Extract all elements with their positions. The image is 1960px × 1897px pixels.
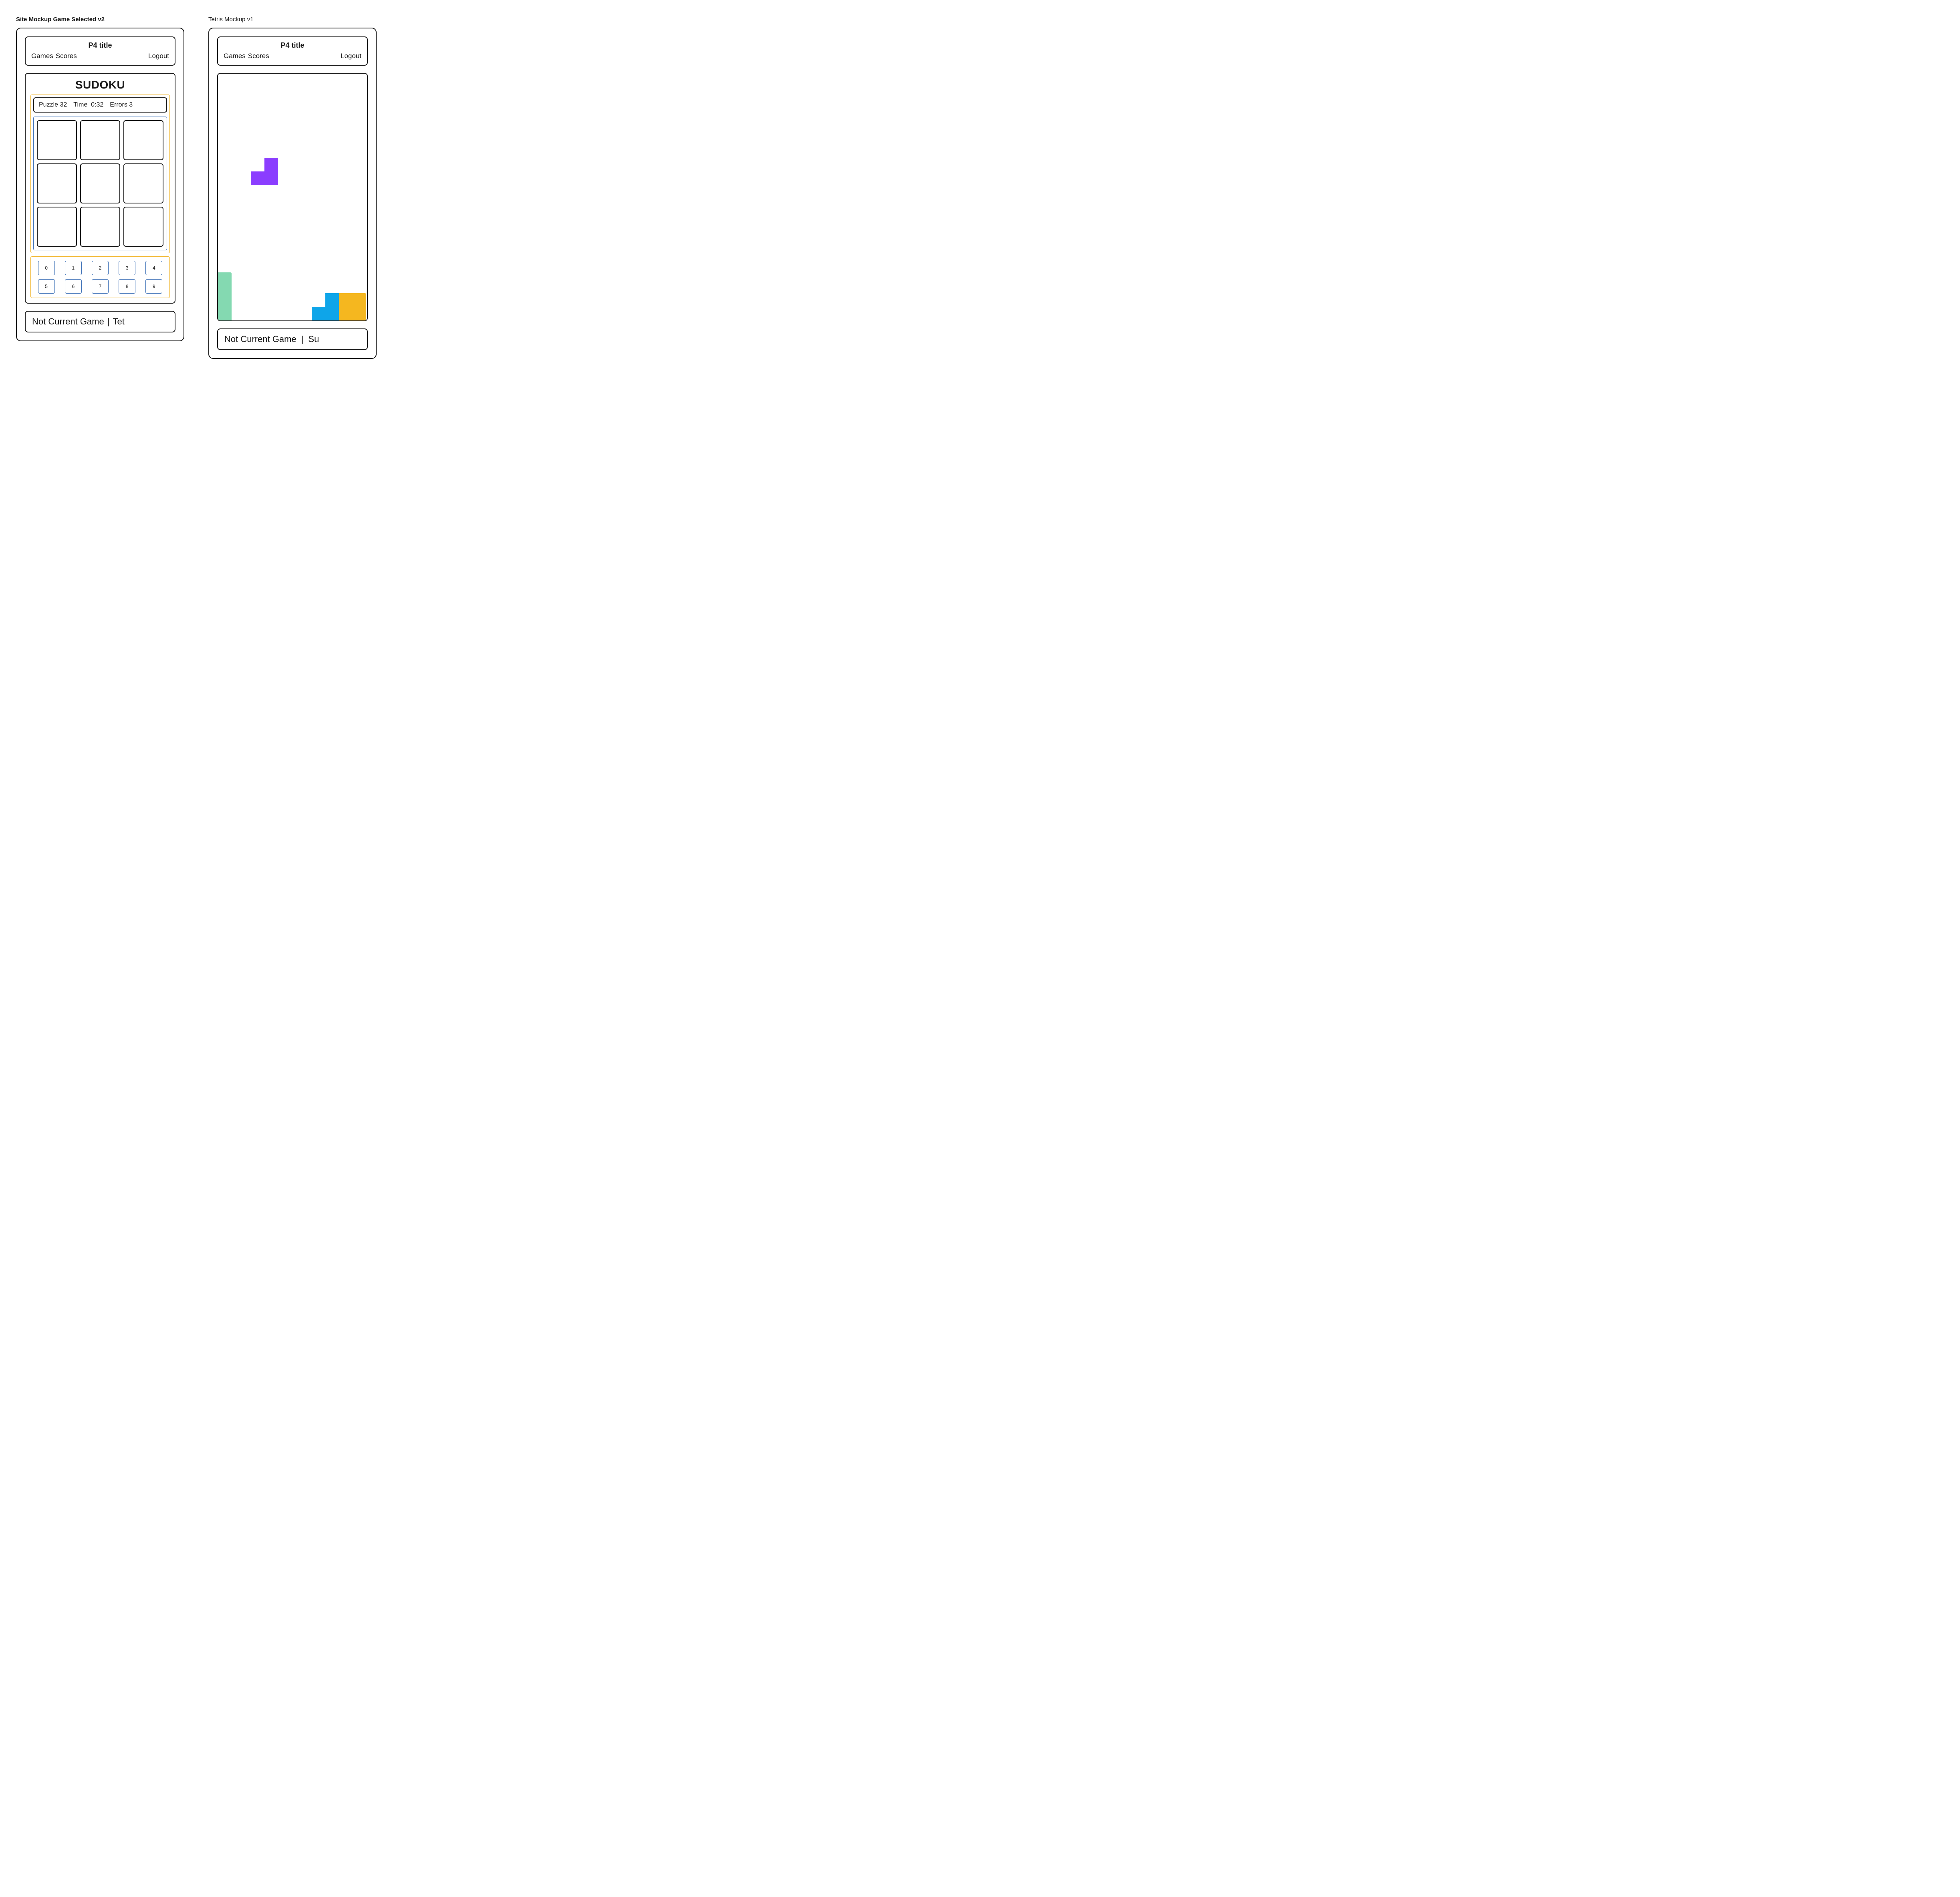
- footer-separator: |: [106, 316, 111, 327]
- frame-tetris: Tetris Mockup v1 P4 title Games Scores L…: [208, 16, 377, 359]
- sudoku-cell[interactable]: [80, 120, 120, 160]
- nav-logout-link[interactable]: Logout: [341, 52, 361, 60]
- footer-separator: |: [298, 334, 307, 344]
- frame-sudoku: Site Mockup Game Selected v2 P4 title Ga…: [16, 16, 184, 341]
- footer-text: Not Current Game: [224, 334, 296, 344]
- num-button-4[interactable]: 4: [145, 261, 162, 275]
- stat-errors: Errors 3: [110, 101, 133, 109]
- footer-switch[interactable]: Not Current Game | Su: [217, 328, 368, 350]
- phone-frame-sudoku: P4 title Games Scores Logout SUDOKU Puzz…: [16, 28, 184, 341]
- num-button-9[interactable]: 9: [145, 279, 162, 294]
- num-button-5[interactable]: 5: [38, 279, 55, 294]
- sudoku-cell[interactable]: [80, 207, 120, 247]
- tetromino-s-piece: [251, 171, 278, 185]
- stat-time: Time 0:32: [73, 101, 103, 109]
- sudoku-panel: SUDOKU Puzzle 32 Time 0:32 Errors: [25, 73, 175, 304]
- frame-label-right: Tetris Mockup v1: [208, 16, 377, 23]
- nav-games-link[interactable]: Games: [224, 52, 246, 60]
- sudoku-cell[interactable]: [123, 163, 163, 203]
- tetromino-j-piece: [325, 293, 339, 307]
- game-title: SUDOKU: [30, 79, 170, 91]
- app-title: P4 title: [31, 41, 169, 50]
- num-button-7[interactable]: 7: [92, 279, 109, 294]
- sudoku-grid-wrap: [33, 117, 167, 250]
- num-button-1[interactable]: 1: [65, 261, 82, 275]
- num-button-3[interactable]: 3: [119, 261, 135, 275]
- app-title: P4 title: [224, 41, 361, 50]
- sudoku-numpad: 0 1 2 3 4 5 6 7 8 9: [30, 256, 170, 298]
- sudoku-cell[interactable]: [123, 120, 163, 160]
- sudoku-cell[interactable]: [37, 207, 77, 247]
- tetris-board[interactable]: [217, 73, 368, 321]
- sudoku-cell[interactable]: [37, 163, 77, 203]
- header: P4 title Games Scores Logout: [217, 36, 368, 66]
- header-nav: Games Scores Logout: [31, 52, 169, 60]
- header: P4 title Games Scores Logout: [25, 36, 175, 66]
- tetromino-s-piece: [264, 158, 278, 171]
- tetromino-i-piece: [218, 272, 232, 320]
- nav-logout-link[interactable]: Logout: [148, 52, 169, 60]
- sudoku-grid: [37, 120, 163, 247]
- num-button-8[interactable]: 8: [119, 279, 135, 294]
- sudoku-cell[interactable]: [37, 120, 77, 160]
- num-button-2[interactable]: 2: [92, 261, 109, 275]
- nav-scores-link[interactable]: Scores: [56, 52, 77, 60]
- sudoku-outer-wrap: Puzzle 32 Time 0:32 Errors 3: [30, 95, 170, 253]
- footer-alt-game: Tet: [113, 316, 124, 327]
- num-button-6[interactable]: 6: [65, 279, 82, 294]
- footer-alt-game: Su: [308, 334, 319, 344]
- num-button-0[interactable]: 0: [38, 261, 55, 275]
- nav-games-link[interactable]: Games: [31, 52, 53, 60]
- tetromino-o-piece: [339, 293, 366, 320]
- tetromino-j-piece: [312, 307, 339, 320]
- sudoku-cell[interactable]: [80, 163, 120, 203]
- sudoku-stats: Puzzle 32 Time 0:32 Errors 3: [33, 97, 167, 113]
- phone-frame-tetris: P4 title Games Scores Logout Not C: [208, 28, 377, 359]
- nav-scores-link[interactable]: Scores: [248, 52, 269, 60]
- footer-switch[interactable]: Not Current Game | Tet: [25, 311, 175, 332]
- stat-puzzle: Puzzle 32: [39, 101, 67, 109]
- frame-label-left: Site Mockup Game Selected v2: [16, 16, 184, 23]
- header-nav: Games Scores Logout: [224, 52, 361, 60]
- sudoku-cell[interactable]: [123, 207, 163, 247]
- footer-text: Not Current Game: [32, 316, 104, 327]
